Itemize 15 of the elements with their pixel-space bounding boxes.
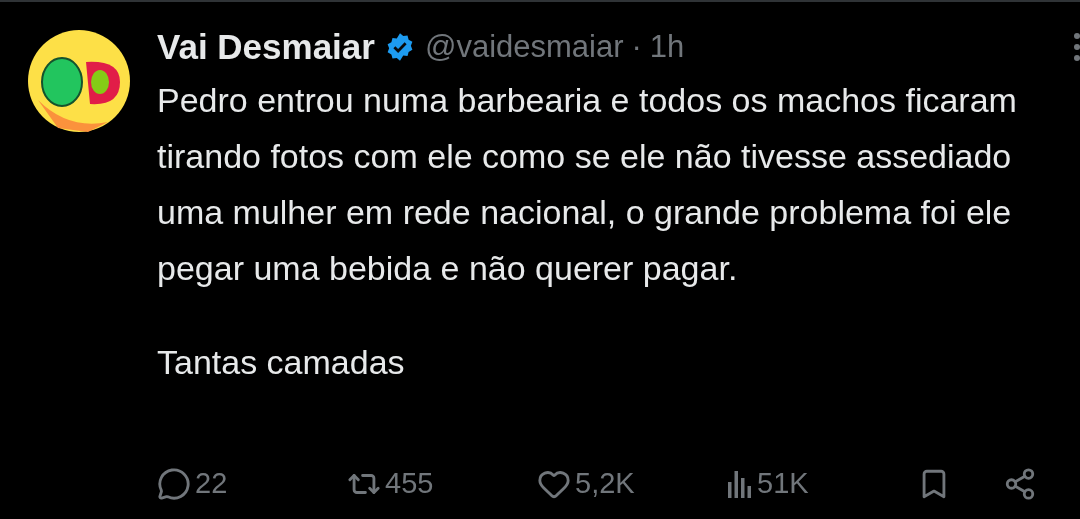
- views-button[interactable]: 51K: [727, 462, 917, 506]
- views-icon: [727, 470, 753, 498]
- share-icon: [1003, 467, 1037, 501]
- tweet-text: Pedro entrou numa barbearia e todos os machos ficaram tirando fotos com ele como se ele não tivesse assediado uma mulher em rede nacional, o grande problema foi ele pegar uma bebida e não querer pagar.: [157, 80, 1018, 289]
- speech-bubble-icon: [157, 467, 191, 501]
- author-handle[interactable]: @vaidesmaiar: [424, 23, 624, 71]
- reply-button[interactable]: 22: [157, 462, 347, 506]
- more-options-icon[interactable]: [1073, 32, 1080, 62]
- avatar[interactable]: [28, 30, 130, 132]
- tweet-text: Tantas camadas: [157, 342, 406, 383]
- separator-dot: ·: [631, 27, 642, 66]
- like-button[interactable]: 5,2K: [537, 462, 727, 506]
- repost-button[interactable]: 455: [347, 462, 537, 506]
- author-name[interactable]: Vai Desmaiar: [157, 20, 375, 74]
- post-time[interactable]: 1h: [649, 23, 685, 71]
